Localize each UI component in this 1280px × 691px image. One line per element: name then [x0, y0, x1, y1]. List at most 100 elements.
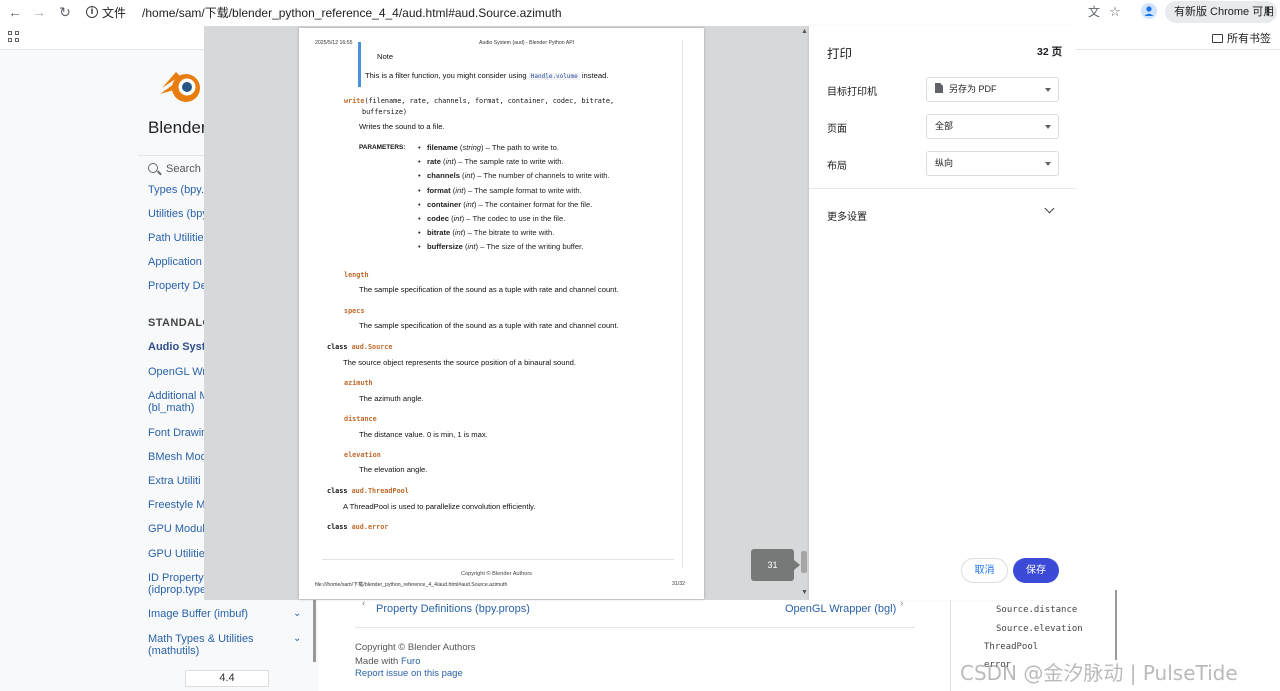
- sidebar-item-application[interactable]: Application: [148, 256, 202, 268]
- param-item: filename (string) – The path to write to…: [418, 143, 610, 157]
- update-label: 有新版 Chrome 可用: [1174, 6, 1275, 18]
- more-vert-icon[interactable]: ⋮: [1262, 1, 1273, 23]
- current-page-badge: 31: [751, 549, 800, 581]
- blender-logo-icon[interactable]: [160, 68, 204, 104]
- sidebar-item-audio-system[interactable]: Audio Syst: [148, 341, 205, 353]
- version-selector[interactable]: 4.4: [185, 670, 269, 687]
- scroll-down-icon[interactable]: ▼: [801, 589, 808, 596]
- destination-label: 目标打印机: [827, 87, 877, 98]
- reload-icon[interactable]: ↻: [56, 3, 74, 21]
- write-desc: Writes the sound to a file.: [359, 122, 445, 131]
- destination-select[interactable]: 另存为 PDF: [926, 77, 1059, 102]
- azimuth-attr: azimuth: [344, 379, 373, 387]
- search-placeholder: Search: [166, 163, 201, 175]
- browser-toolbar: ← → ↻ i 文件 /home/sam/下载/blender_python_r…: [0, 0, 1280, 24]
- param-item: rate (int) – The sample rate to write wi…: [418, 157, 610, 171]
- param-item: container (int) – The container format f…: [418, 200, 610, 214]
- forward-arrow-icon[interactable]: →: [30, 3, 48, 21]
- toc-item[interactable]: ThreadPool: [984, 642, 1038, 652]
- destination-value: 另存为 PDF: [949, 84, 997, 94]
- cancel-button[interactable]: 取消: [961, 558, 1008, 583]
- source-class-sig: class aud.Source: [327, 343, 393, 351]
- toc-scrollbar[interactable]: [1115, 590, 1117, 660]
- dropdown-caret-icon: [1045, 88, 1051, 92]
- chevron-down-icon[interactable]: ⌄: [293, 608, 301, 619]
- parameters-label: PARAMETERS:: [359, 144, 406, 151]
- back-arrow-icon[interactable]: ←: [6, 3, 24, 21]
- site-title[interactable]: Blender: [148, 118, 207, 138]
- sidebar-item-freestyle[interactable]: Freestyle M: [148, 499, 205, 511]
- sidebar-item-bl-math[interactable]: (bl_math): [148, 402, 194, 414]
- azimuth-desc: The azimuth angle.: [359, 394, 424, 403]
- sidebar-item-additional-math[interactable]: Additional M: [148, 390, 209, 402]
- sidebar-item-gpu-utilities[interactable]: GPU Utilitie: [148, 548, 205, 560]
- note-text-post: instead.: [579, 71, 609, 80]
- more-settings-toggle[interactable]: 更多设置: [827, 208, 867, 223]
- parameters-list: filename (string) – The path to write to…: [418, 143, 610, 257]
- distance-attr: distance: [344, 415, 377, 423]
- sidebar-item-imbuf[interactable]: Image Buffer (imbuf): [148, 608, 248, 620]
- sidebar-item-idprop-types[interactable]: (idprop.type: [148, 584, 206, 596]
- note-admonition: [358, 42, 676, 87]
- prev-page-link[interactable]: Property Definitions (bpy.props): [376, 603, 530, 615]
- scroll-up-icon[interactable]: ▲: [801, 28, 808, 35]
- param-item: bitrate (int) – The bitrate to write wit…: [418, 228, 610, 242]
- sidebar-item-mathutils[interactable]: Math Types & Utilities: [148, 633, 254, 645]
- chrome-update-button[interactable]: 有新版 Chrome 可用 ⋮: [1165, 1, 1277, 23]
- bookmark-star-icon[interactable]: ☆: [1106, 3, 1124, 21]
- toc-divider: [950, 600, 951, 691]
- sidebar-item-extra-utilities[interactable]: Extra Utiliti: [148, 475, 201, 487]
- next-page-link[interactable]: OpenGL Wrapper (bgl): [785, 603, 896, 615]
- file-icon: [935, 83, 943, 93]
- save-button[interactable]: 保存: [1013, 558, 1059, 583]
- page-vertical-rule: [682, 40, 683, 568]
- profile-icon[interactable]: [1140, 3, 1158, 21]
- sidebar-item-utilities[interactable]: Utilities (bpy: [148, 208, 208, 220]
- page-footer-rule: [322, 559, 674, 560]
- all-bookmarks-label: 所有书签: [1227, 33, 1271, 45]
- search-icon: [148, 163, 158, 173]
- panel-divider: [809, 188, 1076, 189]
- sidebar-item-bmesh[interactable]: BMesh Mod: [148, 451, 207, 463]
- layout-select[interactable]: 纵向: [926, 151, 1059, 176]
- folder-icon: [1212, 33, 1223, 43]
- sidebar-item-font-drawing[interactable]: Font Drawin: [148, 427, 207, 439]
- preview-page: 2025/5/12 16:55 Audio System (aud) - Ble…: [299, 28, 704, 599]
- all-bookmarks-button[interactable]: 所有书签: [1212, 30, 1271, 46]
- sidebar-item-gpu-module[interactable]: GPU Modul: [148, 523, 205, 535]
- toc-item[interactable]: Source.elevation: [996, 624, 1083, 634]
- translate-icon[interactable]: 文: [1085, 3, 1103, 21]
- sidebar-scrollbar[interactable]: [313, 600, 316, 662]
- sidebar-item-opengl[interactable]: OpenGL Wr: [148, 366, 206, 378]
- sidebar-item-property-definitions[interactable]: Property De: [148, 280, 207, 292]
- note-title: Note: [377, 52, 394, 61]
- dropdown-caret-icon: [1045, 125, 1051, 129]
- print-title: 打印: [827, 47, 853, 61]
- chevron-down-icon[interactable]: ⌄: [293, 633, 301, 644]
- sidebar-item-mathutils-sub[interactable]: (mathutils): [148, 645, 199, 657]
- apps-grid-icon[interactable]: [8, 31, 19, 42]
- watermark: CSDN @金汐脉动 | PulseTide: [960, 661, 1238, 685]
- specs-desc: The sample specification of the sound as…: [359, 321, 619, 330]
- page-header-date: 2025/5/12 16:55: [315, 40, 353, 46]
- layout-label: 布局: [827, 161, 847, 172]
- sidebar-item-path-utilities[interactable]: Path Utilities: [148, 232, 209, 244]
- report-issue-link[interactable]: Report issue on this page: [355, 668, 463, 679]
- footer-made-with: Made with Furo: [355, 656, 420, 667]
- sidebar-item-types[interactable]: Types (bpy.t: [148, 184, 207, 196]
- preview-scrollbar[interactable]: [801, 551, 807, 573]
- toc-item[interactable]: Source.distance: [996, 605, 1077, 615]
- specs-attr: specs: [344, 307, 365, 315]
- url-text[interactable]: /home/sam/下载/blender_python_reference_4_…: [142, 4, 562, 21]
- write-name: write: [344, 97, 365, 105]
- furo-link[interactable]: Furo: [401, 656, 421, 667]
- address-bar[interactable]: i 文件 /home/sam/下载/blender_python_referen…: [86, 2, 562, 22]
- source-desc: The source object represents the source …: [343, 358, 577, 367]
- pages-select[interactable]: 全部: [926, 114, 1059, 139]
- footer-divider: [355, 627, 915, 628]
- length-desc: The sample specification of the sound as…: [359, 285, 619, 294]
- site-info-icon[interactable]: i: [86, 6, 98, 18]
- sidebar-item-id-property[interactable]: ID Property: [148, 572, 204, 584]
- note-text: This is a filter function, you might con…: [365, 71, 608, 80]
- note-text-pre: This is a filter function, you might con…: [365, 71, 529, 80]
